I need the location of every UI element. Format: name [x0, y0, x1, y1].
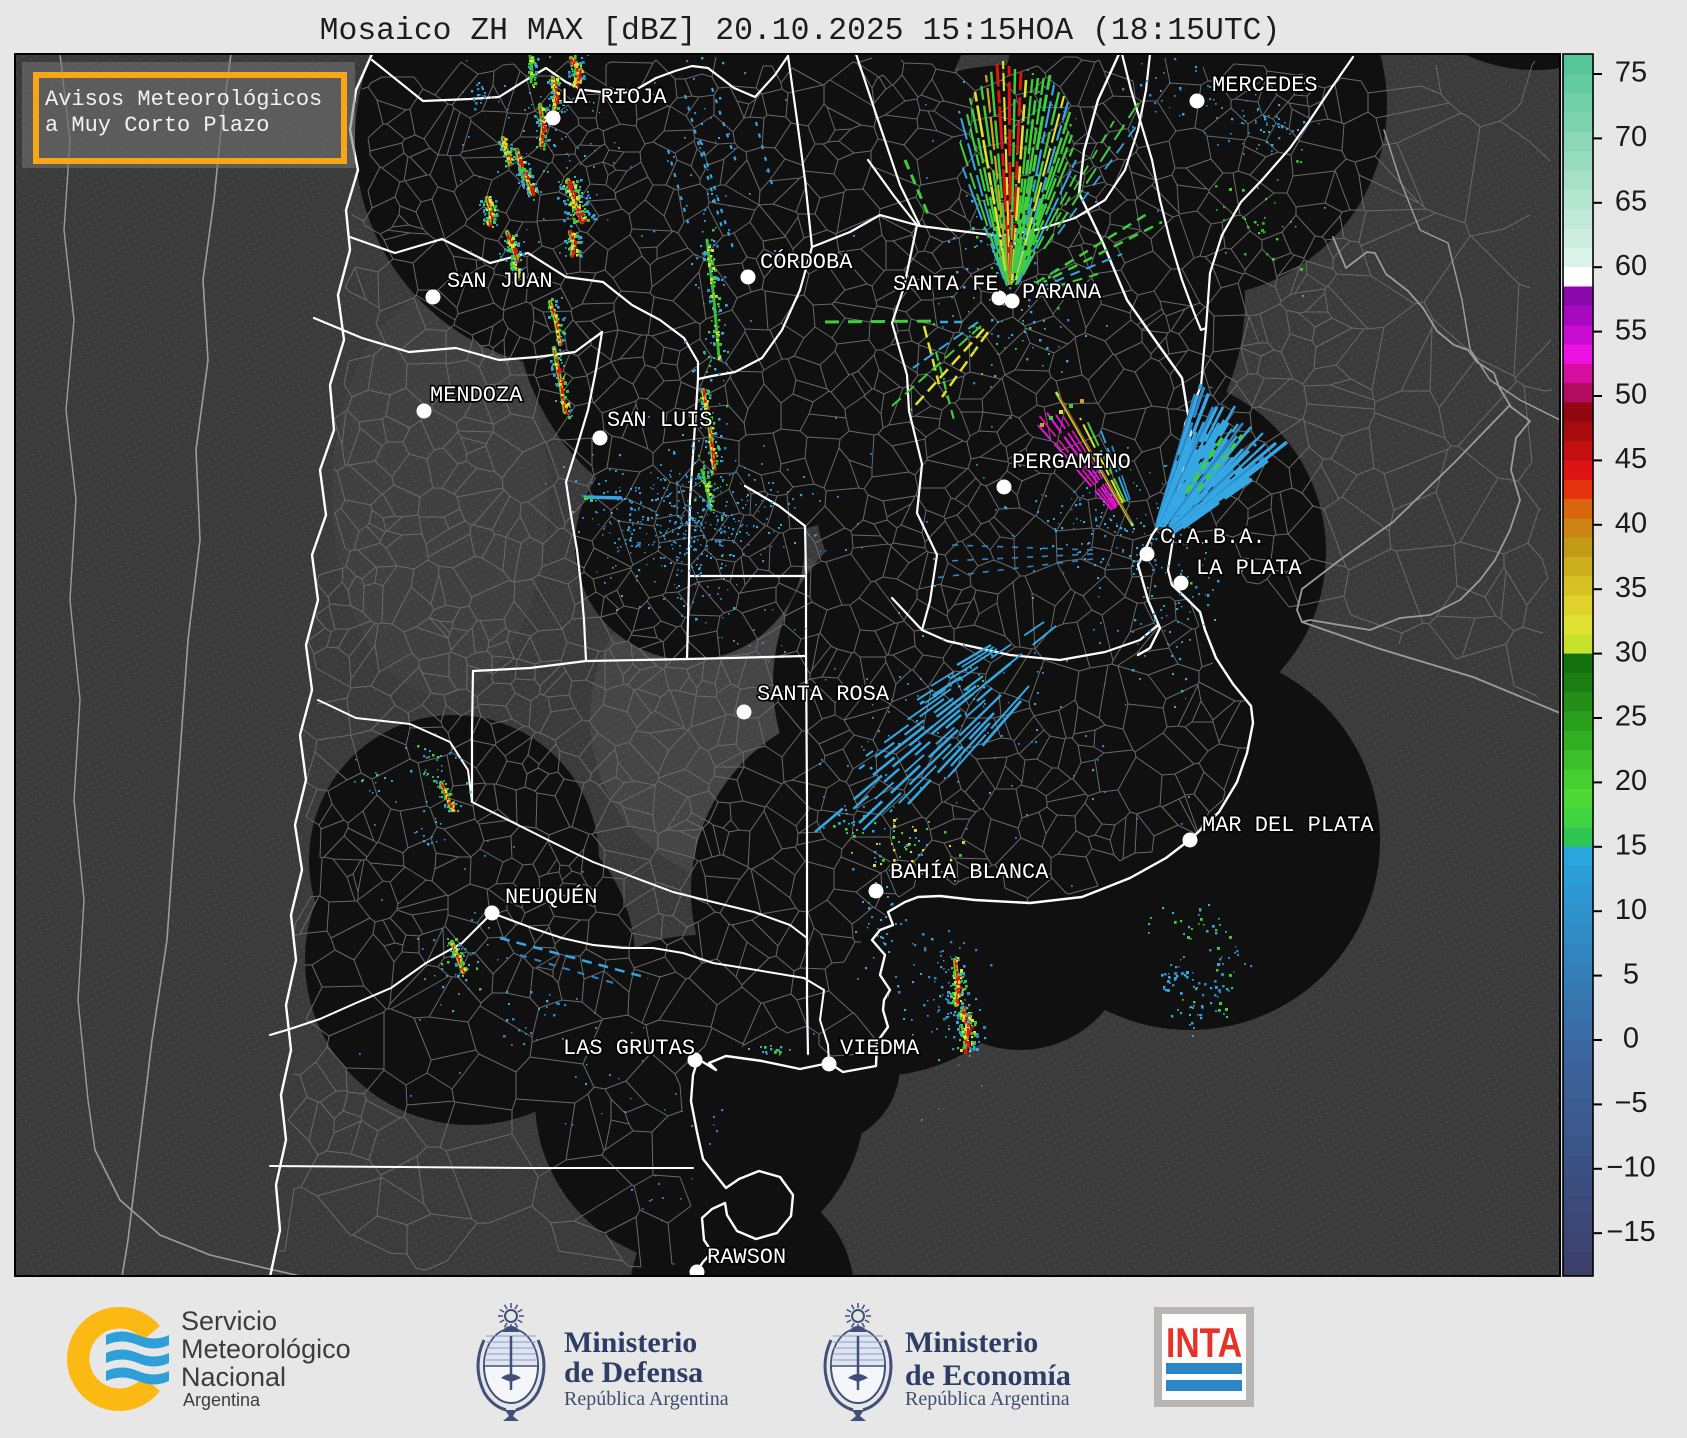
svg-text:−5: −5: [1614, 1087, 1647, 1119]
svg-text:LA RIOJA: LA RIOJA: [561, 85, 667, 110]
svg-text:65: 65: [1615, 185, 1647, 217]
svg-text:C.A.B.A.: C.A.B.A.: [1160, 525, 1266, 550]
svg-text:LAS GRUTAS: LAS GRUTAS: [563, 1036, 695, 1061]
svg-text:LA PLATA: LA PLATA: [1196, 556, 1302, 581]
svg-text:BAHÍA BLANCA: BAHÍA BLANCA: [890, 859, 1049, 885]
svg-text:15: 15: [1615, 829, 1647, 861]
svg-text:60: 60: [1615, 250, 1647, 282]
svg-text:70: 70: [1615, 121, 1647, 153]
svg-text:INTA: INTA: [1166, 1319, 1242, 1366]
svg-text:40: 40: [1615, 507, 1647, 539]
svg-text:Servicio: Servicio: [181, 1306, 277, 1336]
svg-text:50: 50: [1615, 379, 1647, 411]
svg-text:75: 75: [1615, 57, 1647, 89]
svg-text:SANTA FE: SANTA FE: [893, 272, 999, 297]
svg-text:55: 55: [1615, 314, 1647, 346]
svg-text:PARANA: PARANA: [1022, 280, 1102, 305]
svg-text:VIEDMA: VIEDMA: [840, 1036, 920, 1061]
svg-text:Ministerio: Ministerio: [905, 1326, 1038, 1359]
svg-text:MAR DEL PLATA: MAR DEL PLATA: [1202, 813, 1374, 838]
svg-text:45: 45: [1615, 443, 1647, 475]
svg-text:−15: −15: [1606, 1216, 1655, 1248]
svg-text:SAN JUAN: SAN JUAN: [447, 269, 553, 294]
svg-text:NEUQUÉN: NEUQUÉN: [505, 884, 597, 910]
svg-text:Ministerio: Ministerio: [564, 1326, 697, 1359]
svg-text:30: 30: [1615, 636, 1647, 668]
svg-text:MERCEDES: MERCEDES: [1212, 73, 1318, 98]
svg-text:República Argentina: República Argentina: [905, 1388, 1070, 1410]
svg-text:Nacional: Nacional: [181, 1362, 286, 1392]
svg-text:SAN LUIS: SAN LUIS: [607, 408, 713, 433]
svg-text:10: 10: [1615, 894, 1647, 926]
svg-text:de Defensa: de Defensa: [564, 1356, 703, 1389]
svg-text:0: 0: [1623, 1023, 1639, 1055]
svg-text:25: 25: [1615, 701, 1647, 733]
svg-text:Meteorológico: Meteorológico: [181, 1334, 351, 1364]
svg-text:−10: −10: [1606, 1151, 1655, 1183]
svg-text:20: 20: [1615, 765, 1647, 797]
svg-text:RAWSON: RAWSON: [707, 1245, 786, 1270]
svg-text:MENDOZA: MENDOZA: [430, 383, 523, 408]
svg-text:PERGAMINO: PERGAMINO: [1012, 450, 1131, 475]
svg-text:Argentina: Argentina: [183, 1390, 261, 1410]
svg-text:CÓRDOBA: CÓRDOBA: [760, 249, 853, 275]
svg-text:SANTA ROSA: SANTA ROSA: [757, 682, 890, 707]
svg-text:35: 35: [1615, 572, 1647, 604]
svg-text:República Argentina: República Argentina: [564, 1388, 729, 1410]
svg-text:5: 5: [1623, 958, 1639, 990]
